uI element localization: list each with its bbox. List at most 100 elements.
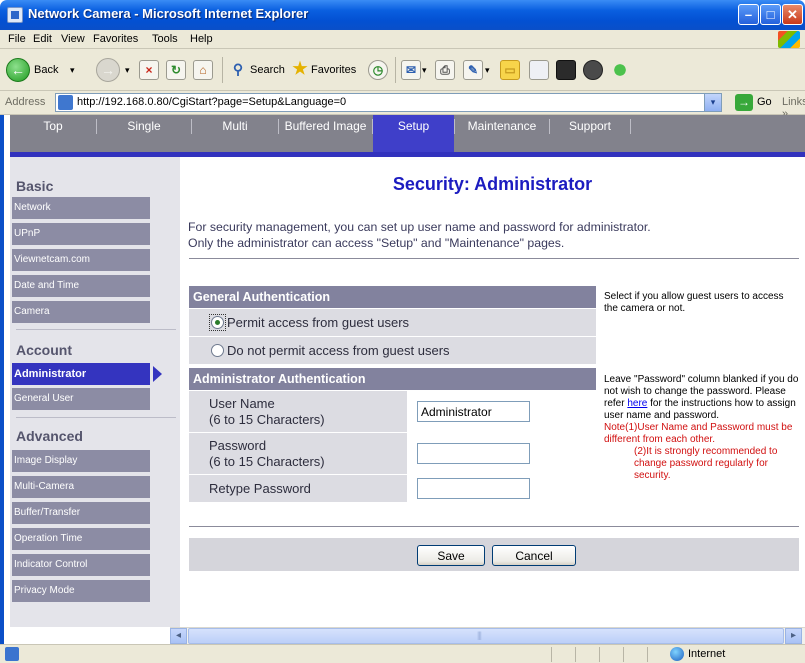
permit-guest-radio[interactable] bbox=[211, 316, 224, 329]
back-button-label[interactable]: Back bbox=[34, 56, 58, 84]
tab-support[interactable]: Support bbox=[550, 115, 630, 152]
sidebar-item-privacy-mode[interactable]: Privacy Mode bbox=[12, 580, 150, 602]
sidebar-item-upnp[interactable]: UPnP bbox=[12, 223, 150, 245]
camera-nav-tabs: Top Single Multi Buffered Image Setup Ma… bbox=[10, 115, 805, 157]
sidebar-item-administrator[interactable]: Administrator bbox=[12, 363, 150, 385]
menu-help[interactable]: Help bbox=[190, 33, 213, 45]
password-input[interactable] bbox=[417, 443, 530, 464]
address-dropdown-icon[interactable]: ▾ bbox=[704, 94, 721, 111]
cancel-button[interactable]: Cancel bbox=[492, 545, 576, 566]
print-icon[interactable]: ⎙ bbox=[435, 60, 455, 80]
search-button-label[interactable]: Search bbox=[250, 56, 285, 84]
edit-icon[interactable]: ✎ bbox=[463, 60, 483, 80]
page-icon bbox=[58, 95, 73, 110]
toolbar-separator bbox=[222, 57, 223, 83]
sidebar-item-buffer-transfer[interactable]: Buffer/Transfer bbox=[12, 502, 150, 524]
users-icon[interactable] bbox=[610, 60, 630, 80]
sidebar-item-viewnetcam[interactable]: Viewnetcam.com bbox=[12, 249, 150, 271]
media-icon[interactable] bbox=[556, 60, 576, 80]
address-url[interactable]: http://192.168.0.80/CgiStart?page=Setup&… bbox=[77, 96, 346, 108]
user-name-label-text: User Name bbox=[209, 396, 275, 411]
deny-guest-label[interactable]: Do not permit access from guest users bbox=[227, 343, 450, 358]
sidebar-item-camera[interactable]: Camera bbox=[12, 301, 150, 323]
history-icon[interactable]: ◷ bbox=[368, 60, 388, 80]
stop-icon[interactable]: × bbox=[139, 60, 159, 80]
maximize-button[interactable]: □ bbox=[760, 4, 781, 25]
window-title: Network Camera - Microsoft Internet Expl… bbox=[28, 6, 309, 21]
user-name-input[interactable] bbox=[417, 401, 530, 422]
permit-guest-label[interactable]: Permit access from guest users bbox=[227, 315, 409, 330]
user-name-label: User Name (6 to 15 Characters) bbox=[209, 396, 325, 428]
forward-dropdown-icon[interactable]: ▾ bbox=[125, 56, 130, 84]
sidebar-item-general-user[interactable]: General User bbox=[12, 388, 150, 410]
back-arrow-icon[interactable]: ← bbox=[6, 58, 30, 82]
go-arrow-icon[interactable]: → bbox=[735, 94, 753, 111]
sidebar-item-image-display[interactable]: Image Display bbox=[12, 450, 150, 472]
retype-password-label: Retype Password bbox=[209, 481, 311, 496]
password-hint: (6 to 15 Characters) bbox=[209, 454, 325, 469]
sidebar-item-indicator-control[interactable]: Indicator Control bbox=[12, 554, 150, 576]
menu-tools[interactable]: Tools bbox=[152, 33, 178, 45]
tab-single[interactable]: Single bbox=[97, 115, 191, 152]
tab-buffered-image[interactable]: Buffered Image bbox=[279, 115, 372, 152]
ie-page-icon bbox=[7, 7, 23, 23]
deny-guest-radio[interactable] bbox=[211, 344, 224, 357]
tab-divider bbox=[630, 119, 631, 134]
tab-top[interactable]: Top bbox=[10, 115, 96, 152]
menu-view[interactable]: View bbox=[61, 33, 85, 45]
refresh-icon[interactable]: ↻ bbox=[166, 60, 186, 80]
search-icon[interactable]: ⚲ bbox=[228, 60, 248, 80]
retype-password-input[interactable] bbox=[417, 478, 530, 499]
mail-dropdown-icon[interactable]: ▾ bbox=[422, 56, 427, 84]
form-button-bar: Save Cancel bbox=[189, 538, 799, 571]
status-divider bbox=[647, 647, 648, 662]
save-button[interactable]: Save bbox=[417, 545, 485, 566]
scroll-right-icon[interactable]: ▸ bbox=[785, 628, 802, 644]
address-input[interactable]: http://192.168.0.80/CgiStart?page=Setup&… bbox=[55, 93, 722, 112]
address-label: Address bbox=[5, 96, 46, 108]
page-frame: Basic Network UPnP Viewnetcam.com Date a… bbox=[10, 157, 805, 627]
password-row: Password (6 to 15 Characters) bbox=[189, 432, 605, 474]
help-here-link[interactable]: here bbox=[627, 398, 647, 409]
favorites-star-icon[interactable]: ★ bbox=[290, 60, 310, 80]
status-divider bbox=[599, 647, 600, 662]
forward-arrow-icon[interactable]: → bbox=[96, 58, 120, 82]
sidebar-item-operation-time[interactable]: Operation Time bbox=[12, 528, 150, 550]
close-button[interactable]: ✕ bbox=[782, 4, 803, 25]
sidebar-heading-basic: Basic bbox=[16, 178, 54, 194]
research-icon[interactable] bbox=[529, 60, 549, 80]
go-button-label[interactable]: Go bbox=[757, 96, 772, 108]
sidebar-item-date-and-time[interactable]: Date and Time bbox=[12, 275, 150, 297]
windows-logo-icon bbox=[778, 31, 800, 48]
sidebar-divider bbox=[16, 417, 176, 418]
tab-multi[interactable]: Multi bbox=[192, 115, 278, 152]
general-auth-permit-row: Permit access from guest users bbox=[189, 308, 596, 336]
menu-file[interactable]: File bbox=[8, 33, 26, 45]
window-title-bar[interactable]: Network Camera - Microsoft Internet Expl… bbox=[0, 0, 805, 30]
password-label: Password (6 to 15 Characters) bbox=[209, 438, 325, 470]
menu-bar: File Edit View Favorites Tools Help bbox=[0, 30, 805, 49]
menu-favorites[interactable]: Favorites bbox=[93, 33, 138, 45]
mail-icon[interactable]: ✉ bbox=[401, 60, 421, 80]
favorites-button-label[interactable]: Favorites bbox=[311, 56, 356, 84]
folder-icon[interactable]: ▭ bbox=[500, 60, 520, 80]
tab-maintenance[interactable]: Maintenance bbox=[455, 115, 549, 152]
home-icon[interactable]: ⌂ bbox=[193, 60, 213, 80]
menu-edit[interactable]: Edit bbox=[33, 33, 52, 45]
scroll-thumb[interactable] bbox=[188, 628, 784, 644]
back-dropdown-icon[interactable]: ▾ bbox=[70, 56, 75, 84]
retype-password-cell bbox=[407, 475, 605, 502]
status-divider bbox=[575, 647, 576, 662]
sidebar-divider bbox=[16, 329, 176, 330]
general-auth-help: Select if you allow guest users to acces… bbox=[604, 291, 784, 314]
horizontal-scrollbar[interactable]: ◂ ▸ bbox=[170, 627, 805, 644]
sidebar-item-network[interactable]: Network bbox=[12, 197, 150, 219]
setup-sidebar: Basic Network UPnP Viewnetcam.com Date a… bbox=[10, 157, 180, 627]
messenger-icon[interactable] bbox=[583, 60, 603, 80]
sidebar-item-multi-camera[interactable]: Multi-Camera bbox=[12, 476, 150, 498]
scroll-left-icon[interactable]: ◂ bbox=[170, 628, 187, 644]
tab-setup[interactable]: Setup bbox=[373, 115, 454, 152]
edit-dropdown-icon[interactable]: ▾ bbox=[485, 56, 490, 84]
status-page-icon bbox=[5, 647, 19, 661]
minimize-button[interactable]: – bbox=[738, 4, 759, 25]
